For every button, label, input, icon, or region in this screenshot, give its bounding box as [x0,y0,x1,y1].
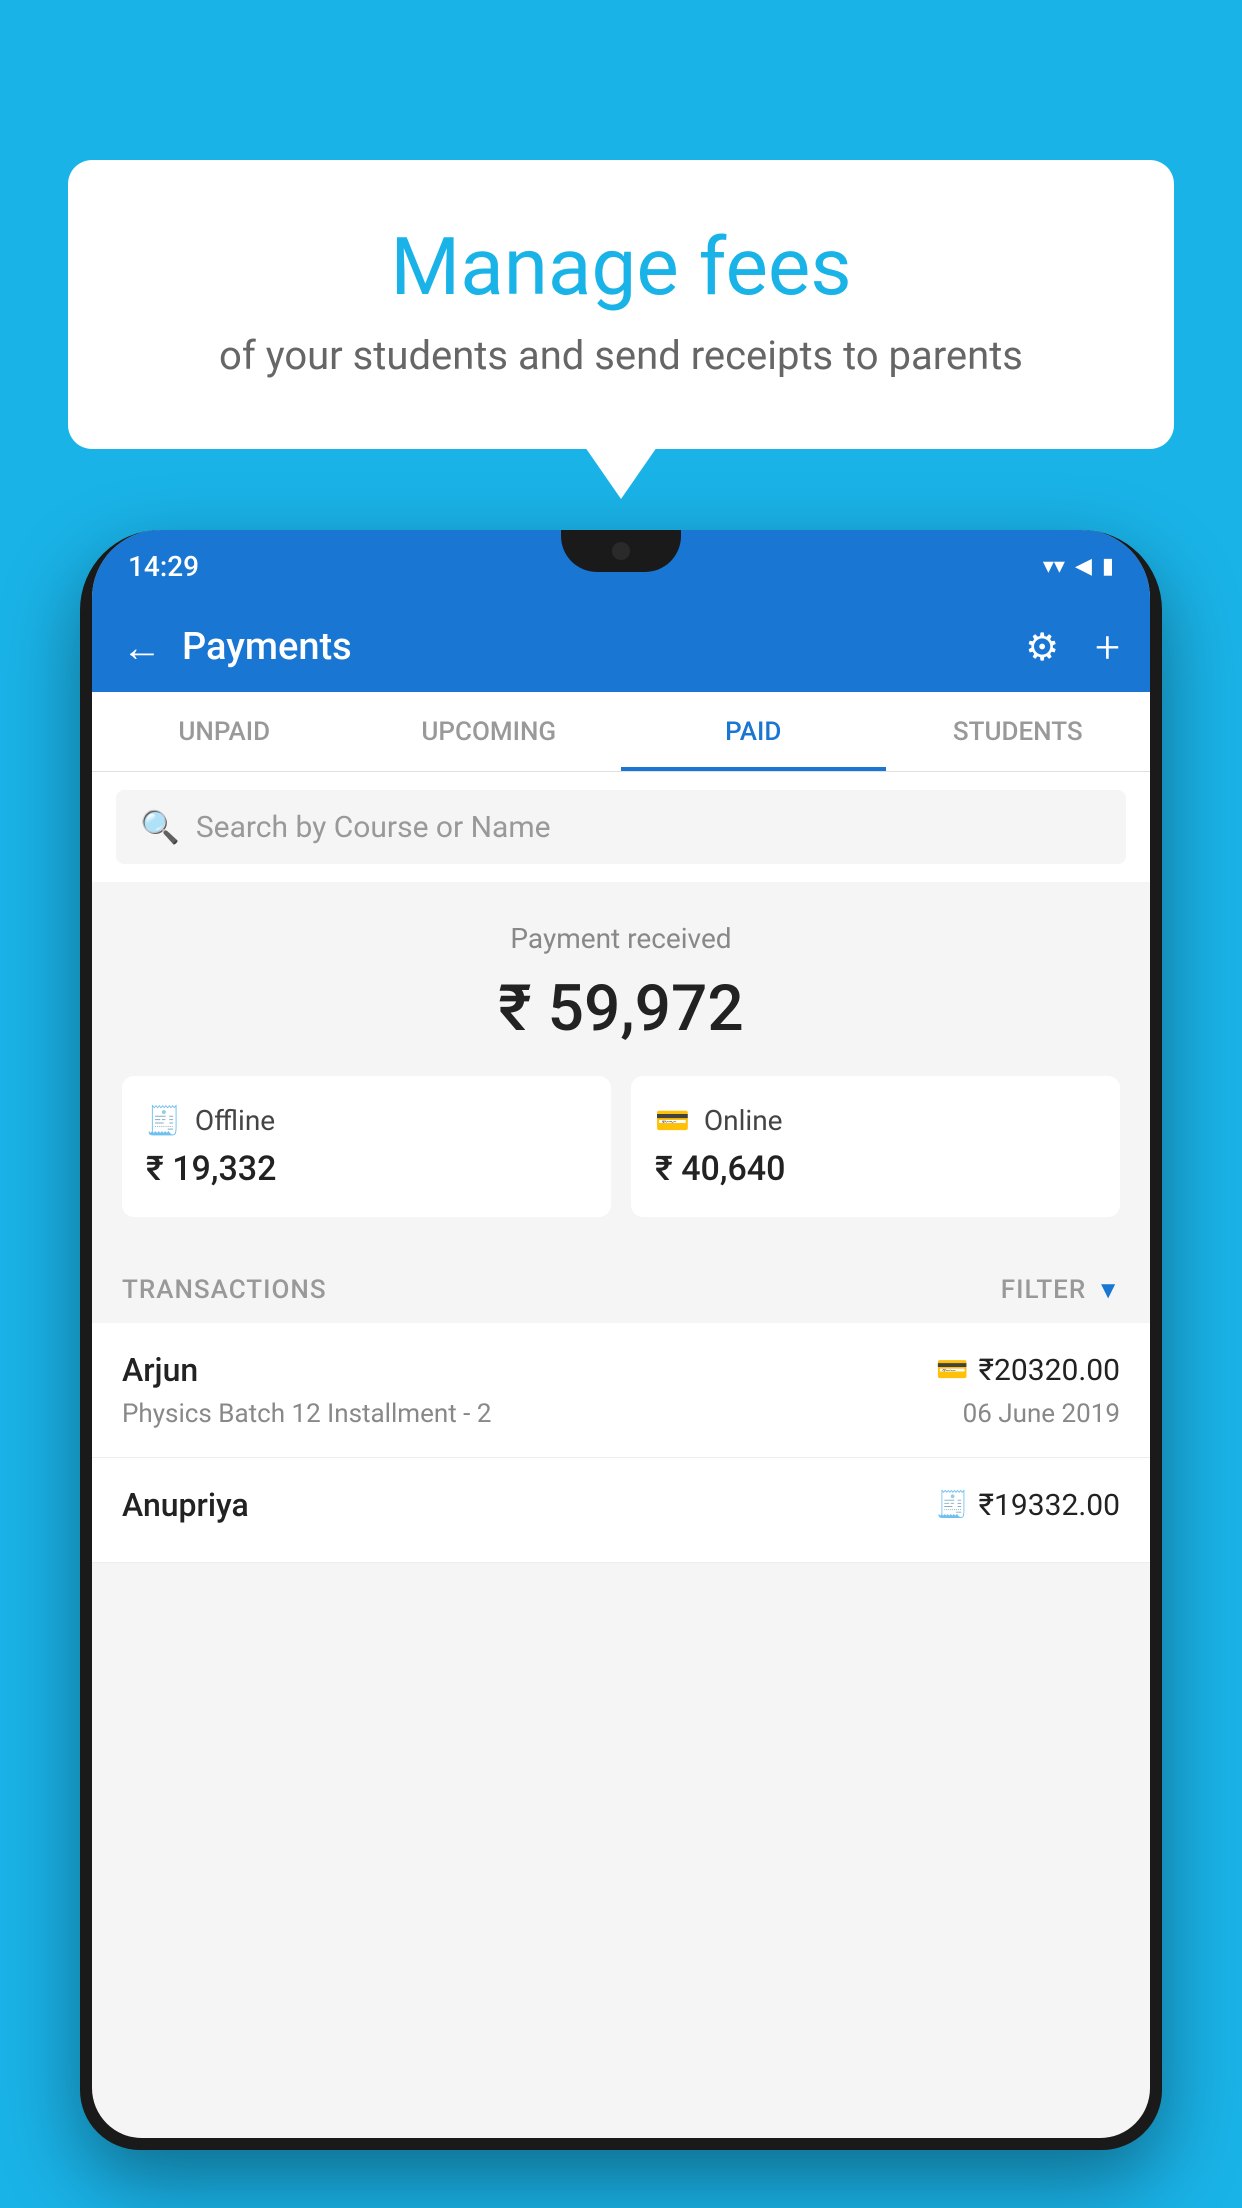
transaction-amount-container: 🧾 ₹19332.00 [936,1488,1120,1523]
back-button[interactable]: ← [122,624,162,671]
add-button[interactable]: + [1095,621,1120,673]
transaction-name: Arjun [122,1351,198,1389]
notch [561,530,681,572]
status-bar: 14:29 ▾▾ ◀ ▮ [92,530,1150,602]
header-title: Payments [182,625,1005,669]
filter-container[interactable]: FILTER ▼ [1001,1275,1120,1305]
transaction-row-top: Anupriya 🧾 ₹19332.00 [122,1486,1120,1524]
transaction-item[interactable]: Anupriya 🧾 ₹19332.00 [92,1458,1150,1563]
signal-icon: ◀ [1075,554,1092,579]
search-bar[interactable]: 🔍 Search by Course or Name [116,790,1126,864]
payment-received-label: Payment received [122,922,1120,955]
battery-icon: ▮ [1102,554,1114,579]
phone-container: 14:29 ▾▾ ◀ ▮ ← Payments ⚙ + UNPAID [80,530,1162,2208]
offline-card-header: 🧾 Offline [146,1104,587,1137]
online-card-header: 💳 Online [655,1104,1096,1137]
camera [612,542,630,560]
online-card: 💳 Online ₹ 40,640 [631,1076,1120,1217]
payment-total-amount: ₹ 59,972 [122,971,1120,1046]
filter-label: FILTER [1001,1275,1086,1305]
tab-upcoming[interactable]: UPCOMING [357,692,622,771]
transaction-amount: ₹20320.00 [979,1353,1120,1388]
status-icons: ▾▾ ◀ ▮ [1043,554,1114,579]
transaction-type-icon: 💳 [936,1355,968,1385]
transaction-course: Physics Batch 12 Installment - 2 [122,1399,491,1429]
tab-students[interactable]: STUDENTS [886,692,1151,771]
app-header: ← Payments ⚙ + [92,602,1150,692]
transaction-item[interactable]: Arjun 💳 ₹20320.00 Physics Batch 12 Insta… [92,1323,1150,1458]
settings-icon[interactable]: ⚙ [1025,625,1059,670]
phone: 14:29 ▾▾ ◀ ▮ ← Payments ⚙ + UNPAID [80,530,1162,2150]
offline-card: 🧾 Offline ₹ 19,332 [122,1076,611,1217]
status-time: 14:29 [128,550,199,583]
offline-label: Offline [195,1104,275,1137]
phone-screen: 14:29 ▾▾ ◀ ▮ ← Payments ⚙ + UNPAID [92,530,1150,2138]
transactions-label: TRANSACTIONS [122,1275,327,1305]
wifi-icon: ▾▾ [1043,554,1065,579]
filter-icon: ▼ [1096,1276,1120,1305]
speech-bubble-container: Manage fees of your students and send re… [68,160,1174,449]
transaction-date: 06 June 2019 [963,1399,1120,1429]
transactions-header: TRANSACTIONS FILTER ▼ [92,1247,1150,1323]
transaction-row-bottom: Physics Batch 12 Installment - 2 06 June… [122,1399,1120,1429]
offline-amount: ₹ 19,332 [146,1149,587,1189]
tabs: UNPAID UPCOMING PAID STUDENTS [92,692,1150,772]
transaction-type-icon: 🧾 [936,1490,968,1520]
payment-summary: Payment received ₹ 59,972 🧾 Offline ₹ 19… [92,882,1150,1247]
online-icon: 💳 [655,1104,690,1137]
transaction-name: Anupriya [122,1486,249,1524]
search-input[interactable]: Search by Course or Name [196,810,551,845]
bubble-title: Manage fees [148,220,1094,314]
online-label: Online [704,1104,783,1137]
search-icon: 🔍 [140,808,180,846]
speech-bubble: Manage fees of your students and send re… [68,160,1174,449]
transaction-amount-container: 💳 ₹20320.00 [936,1353,1120,1388]
transaction-row-top: Arjun 💳 ₹20320.00 [122,1351,1120,1389]
tab-unpaid[interactable]: UNPAID [92,692,357,771]
search-container: 🔍 Search by Course or Name [92,772,1150,882]
transaction-amount: ₹19332.00 [979,1488,1120,1523]
offline-icon: 🧾 [146,1104,181,1137]
bubble-subtitle: of your students and send receipts to pa… [148,332,1094,379]
online-amount: ₹ 40,640 [655,1149,1096,1189]
tab-paid[interactable]: PAID [621,692,886,771]
payment-cards: 🧾 Offline ₹ 19,332 💳 Online ₹ 40,640 [122,1076,1120,1217]
